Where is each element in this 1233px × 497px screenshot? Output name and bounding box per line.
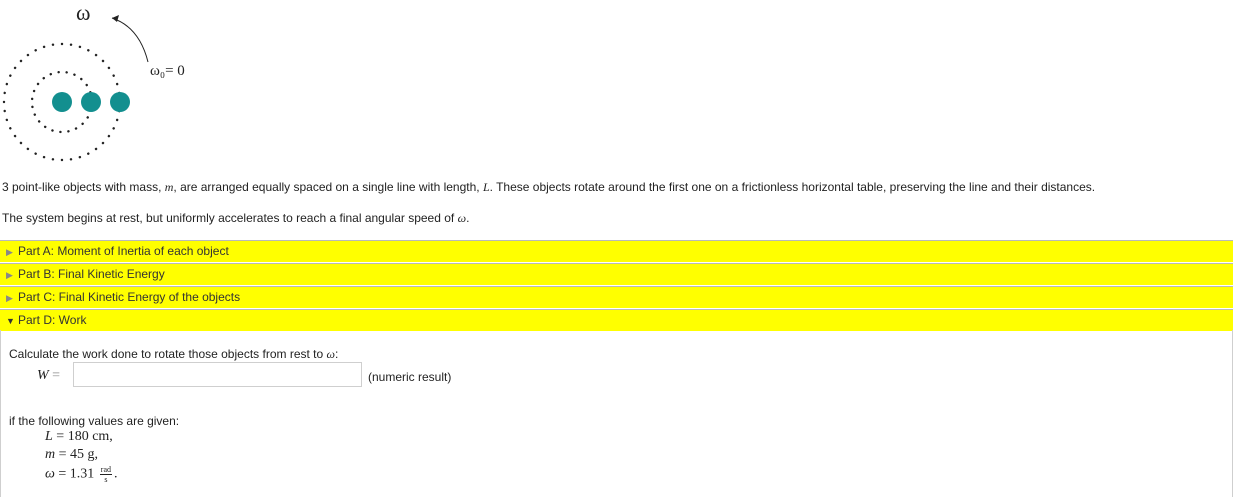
desc-text: . <box>466 211 470 225</box>
problem-description-line-1: 3 point-like objects with mass, m, are a… <box>2 180 1095 195</box>
question-omega-symbol: ω <box>326 347 335 361</box>
chevron-right-icon: ▶ <box>6 247 13 257</box>
omega-symbol: ω <box>457 211 467 225</box>
work-answer-input[interactable] <box>73 362 362 387</box>
given-value: = 45 g, <box>55 447 99 462</box>
unit-denominator: s <box>104 475 108 484</box>
part-d-question: Calculate the work done to rotate those … <box>9 347 338 362</box>
part-d-panel: Calculate the work done to rotate those … <box>0 330 1233 497</box>
given-symbol: L <box>45 429 53 444</box>
problem-description-line-2: The system begins at rest, but uniformly… <box>2 211 469 226</box>
omega-label: ω <box>76 0 90 25</box>
omega0-label: ω₀= 0 <box>150 63 185 79</box>
part-a-label: Part A: Moment of Inertia of each object <box>18 244 229 258</box>
given-value: = 1.31 <box>54 466 98 482</box>
part-c-header[interactable]: ▶ Part C: Final Kinetic Energy of the obj… <box>0 286 1233 308</box>
unit-hint: (numeric result) <box>368 370 452 384</box>
given-symbol: ω <box>45 466 55 482</box>
part-b-label: Part B: Final Kinetic Energy <box>18 267 165 281</box>
chevron-right-icon: ▶ <box>6 293 13 303</box>
given-intro: if the following values are given: <box>9 414 180 428</box>
chevron-down-icon: ▼ <box>6 316 15 326</box>
question-text: Calculate the work done to rotate those … <box>9 347 327 361</box>
length-symbol: L <box>482 180 490 194</box>
answer-symbol: W <box>37 368 49 383</box>
given-symbol: m <box>45 447 56 462</box>
desc-text: 3 point-like objects with mass, <box>2 180 165 194</box>
object-3 <box>110 92 130 112</box>
desc-text: , are arranged equally spaced on a singl… <box>173 180 483 194</box>
rotation-diagram: ω ω₀= 0 <box>0 0 230 175</box>
object-1 <box>52 92 72 112</box>
object-2 <box>81 92 101 112</box>
question-end: : <box>334 347 339 361</box>
given-end: . <box>114 466 118 482</box>
part-a-header[interactable]: ▶ Part A: Moment of Inertia of each objec… <box>0 240 1233 262</box>
part-d-label: Part D: Work <box>18 313 87 327</box>
rotation-diagram-svg: ω ω₀= 0 <box>2 0 185 162</box>
unit-numerator: rad <box>99 465 113 475</box>
answer-label: W = <box>37 368 60 384</box>
given-mass: m = 45 g, <box>45 447 98 463</box>
desc-text: . These objects rotate around the first … <box>489 180 1096 194</box>
given-value: = 180 cm, <box>52 429 113 444</box>
answer-equals: = <box>52 368 61 383</box>
unit-fraction: rad s <box>99 465 113 484</box>
part-d-header[interactable]: ▼ Part D: Work <box>0 309 1233 331</box>
given-omega: ω = 1.31 rad s. <box>45 465 118 484</box>
given-length: L = 180 cm, <box>45 429 113 445</box>
rotation-arrow <box>111 17 149 63</box>
parts-accordion: ▶ Part A: Moment of Inertia of each objec… <box>0 240 1233 332</box>
part-b-header[interactable]: ▶ Part B: Final Kinetic Energy <box>0 263 1233 285</box>
desc-text: The system begins at rest, but uniformly… <box>2 211 458 225</box>
part-c-label: Part C: Final Kinetic Energy of the obje… <box>18 290 241 304</box>
chevron-right-icon: ▶ <box>6 270 13 280</box>
